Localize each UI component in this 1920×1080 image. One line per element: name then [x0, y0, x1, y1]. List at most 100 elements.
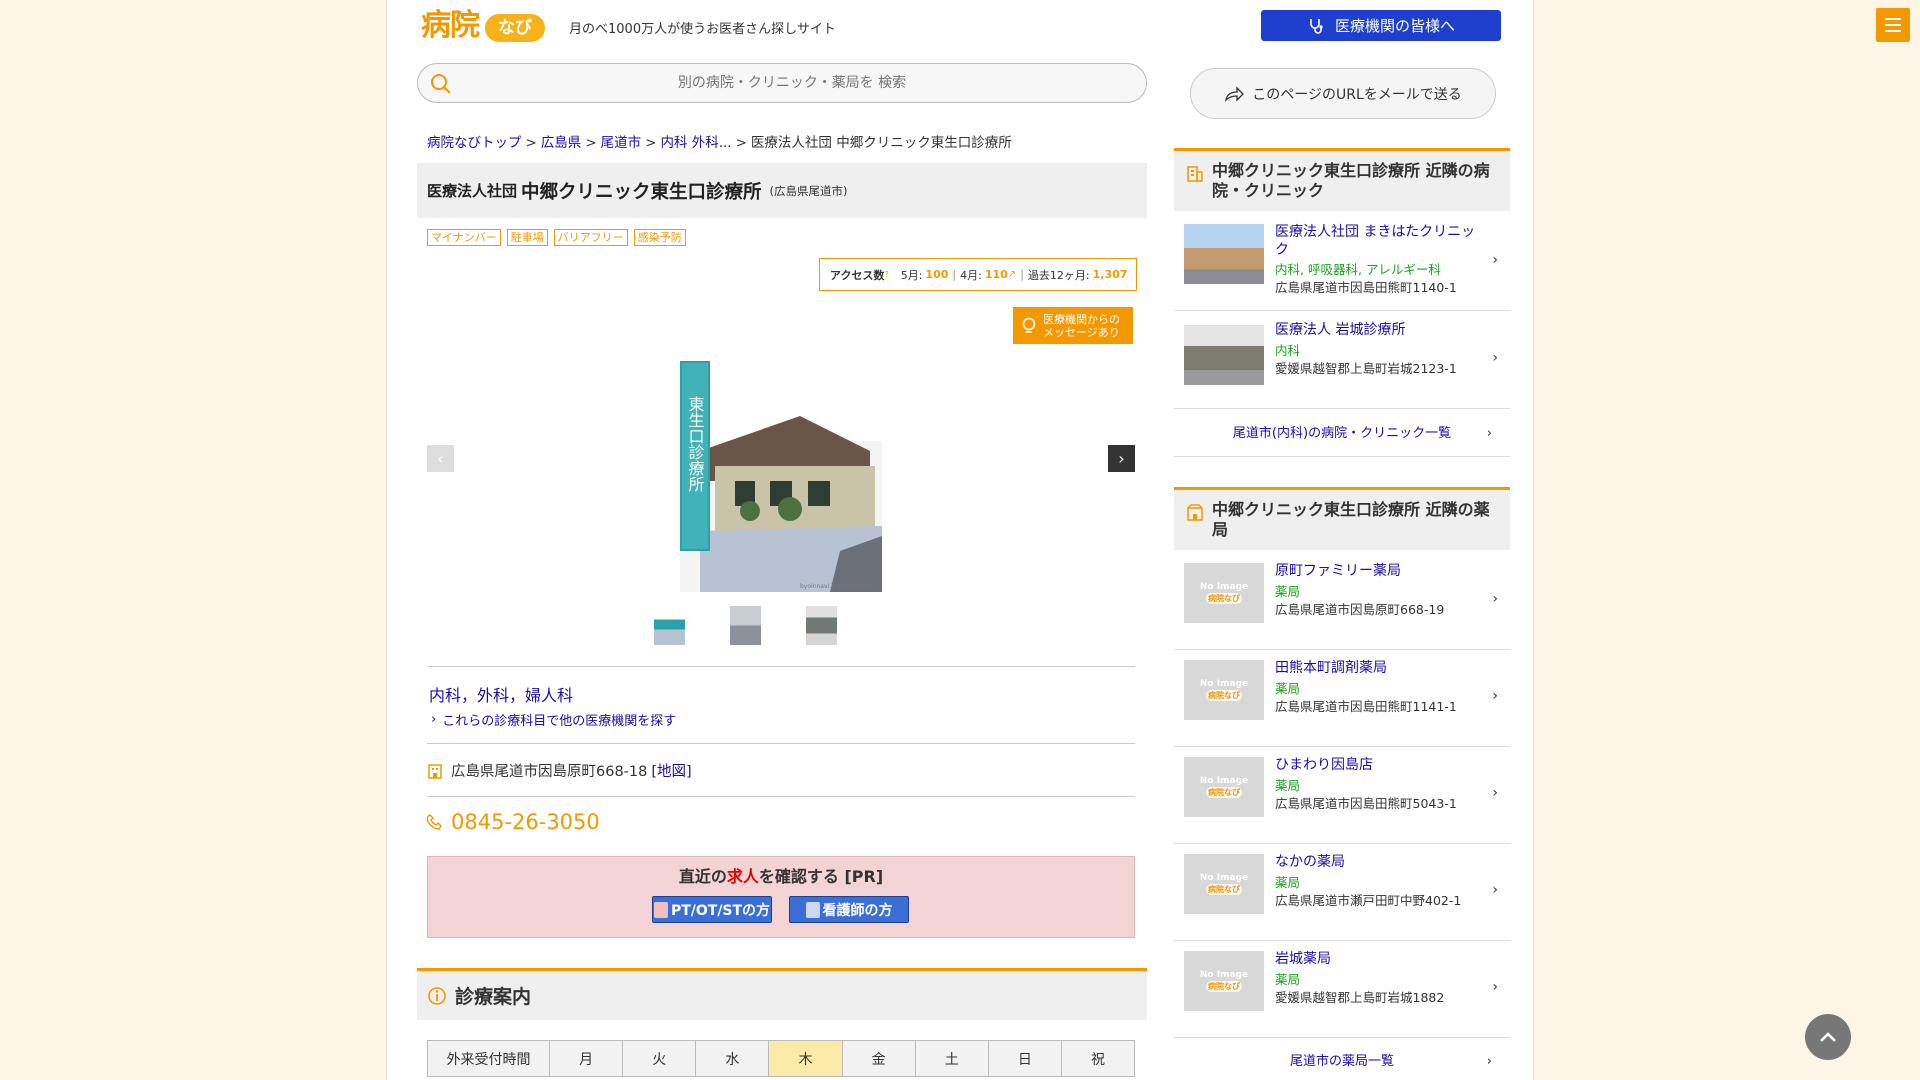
institution-button-label: 医療機関の皆様へ [1334, 18, 1455, 35]
stethoscope-icon [1310, 18, 1323, 34]
pharmacy-type: 薬局 [1275, 875, 1301, 890]
list-item[interactable]: No Image 病院なび ひまわり因島店 薬局 広島県尾道市因島田熊町5043-… [1174, 747, 1510, 844]
access-may: 100 [925, 268, 949, 281]
search-icon [431, 74, 451, 94]
photo-prev-button[interactable]: ‹ [427, 445, 454, 472]
clinic-photo [1184, 224, 1264, 284]
departments[interactable]: 内科，外科，婦人科 [429, 682, 573, 706]
schedule-col-holiday: 祝 [1060, 1040, 1136, 1077]
no-image-placeholder: No Image 病院なび [1184, 951, 1264, 1011]
no-image-placeholder: No Image 病院なび [1184, 854, 1264, 914]
lightbulb-icon [1022, 317, 1036, 333]
list-item[interactable]: 医療法人 岩城診療所 内科 愛媛県越智郡上島町岩城2123-1 › [1174, 312, 1510, 409]
building-icon [428, 763, 442, 779]
list-item[interactable]: No Image 病院なび 田熊本町調剤薬局 薬局 広島県尾道市因島田熊町1141… [1174, 650, 1510, 747]
page-container: 病院 なび 月のべ1000万人が使うお医者さん探しサイト 医療機関の皆様へ この… [386, 0, 1851, 1080]
chevron-right-icon: › [1492, 785, 1498, 801]
site-logo[interactable]: 病院 なび [421, 8, 555, 44]
site-tagline: 月のべ1000万人が使うお医者さん探しサイト [569, 22, 836, 37]
schedule-col-wed: 水 [695, 1040, 770, 1077]
tag-barrierfree: バリアフリー [553, 229, 628, 246]
title-location: (広島県尾道市) [769, 183, 848, 198]
chevron-up-icon [1820, 1032, 1836, 1042]
main-photo: 東生口診療所 byoinnavi.jp/photo/803? [680, 321, 882, 592]
phone-number[interactable]: 0845-26-3050 [427, 810, 600, 834]
chevron-right-icon: › [1492, 252, 1498, 268]
no-image-placeholder: No Image 病院なび [1184, 660, 1264, 720]
tag-parking: 駐車場 [506, 229, 548, 246]
pharmacy-name[interactable]: ひまわり因島店 [1275, 756, 1485, 774]
photo-thumbnail[interactable] [730, 606, 761, 645]
clinic-type: 内科, 呼吸器科, アレルギー科 [1275, 262, 1441, 277]
breadcrumb-link-top[interactable]: 病院なびトップ [427, 135, 522, 151]
clinic-name[interactable]: 医療法人 岩城診療所 [1275, 321, 1485, 339]
pharmacy-name[interactable]: 田熊本町調剤薬局 [1275, 659, 1485, 677]
pharmacy-list-link[interactable]: 尾道市の薬局一覧 › [1174, 1038, 1510, 1080]
breadcrumb: 病院なびトップ > 広島県 > 尾道市 > 内科 外科... > 医療法人社団 中郷クリニック東… [427, 135, 1012, 151]
divider [427, 743, 1135, 744]
chevron-right-icon: › [1492, 350, 1498, 366]
search-input[interactable] [462, 68, 1122, 98]
breadcrumb-link-prefecture[interactable]: 広島県 [541, 135, 582, 151]
chevron-right-icon: › [1486, 426, 1492, 441]
access-year: 1,307 [1092, 268, 1128, 281]
list-item[interactable]: No Image 病院なび なかの薬局 薬局 広島県尾道市瀬戸田町中野402-1 … [1174, 844, 1510, 941]
access-label: アクセス数 [830, 268, 885, 282]
share-url-button[interactable]: このページのURLをメールで送る [1190, 68, 1496, 119]
photo-thumbnail[interactable] [806, 606, 837, 645]
menu-button[interactable] [1876, 8, 1910, 42]
list-item[interactable]: No Image 病院なび 岩城薬局 薬局 愛媛県越智郡上島町岩城1882 › [1174, 941, 1510, 1038]
nearby-clinics-heading: 中郷クリニック東生口診療所 近隣の病院・クリニック [1174, 148, 1510, 211]
departments-search-link[interactable]: › これらの診療科目で他の医療機関を探す [431, 710, 676, 729]
pharmacy-name[interactable]: 岩城薬局 [1275, 950, 1485, 968]
access-count: アクセス数? 5月: 100 | 4月: 110 ↗ | 過去12ヶ月: 1,307 [819, 258, 1137, 291]
pharmacy-name[interactable]: 原町ファミリー薬局 [1275, 562, 1485, 580]
person-icon [805, 901, 820, 918]
divider [427, 796, 1135, 797]
institution-button[interactable]: 医療機関の皆様へ [1261, 10, 1501, 41]
search-bar[interactable] [417, 63, 1147, 103]
chevron-right-icon: › [1492, 882, 1498, 898]
chevron-right-icon: › [1492, 591, 1498, 607]
hamburger-line [1885, 30, 1901, 32]
map-link[interactable]: [地図] [651, 760, 691, 781]
pharmacy-address: 広島県尾道市因島田熊町1141-1 [1275, 699, 1457, 714]
clinic-name[interactable]: 医療法人社団 まきはたクリニック [1275, 223, 1485, 259]
jobs-heading: 直近の求人を確認する [PR] [678, 867, 884, 886]
chevron-right-icon: › [1492, 688, 1498, 704]
share-label: このページのURLをメールで送る [1252, 86, 1462, 103]
back-to-top-button[interactable] [1805, 1014, 1851, 1060]
chevron-right-icon: › [1486, 1054, 1492, 1069]
schedule-col-tue: 火 [622, 1040, 697, 1077]
schedule-col-fri: 金 [841, 1040, 916, 1077]
photo-thumbnail[interactable] [654, 606, 685, 645]
pharmacy-type: 薬局 [1275, 584, 1301, 599]
jobs-pt-button[interactable]: PT/OT/STの方 [652, 896, 772, 923]
no-image-placeholder: No Image 病院なび [1184, 563, 1264, 623]
schedule-col-sun: 日 [987, 1040, 1062, 1077]
phone-icon [427, 814, 442, 830]
clinics-list-link[interactable]: 尾道市(内科)の病院・クリニック一覧 › [1174, 410, 1510, 457]
jobs-nurse-button[interactable]: 看護師の方 [789, 896, 909, 923]
list-item[interactable]: 医療法人社団 まきはたクリニック 内科, 呼吸器科, アレルギー科 広島県尾道市… [1174, 214, 1510, 311]
breadcrumb-link-department[interactable]: 内科 外科... [660, 135, 731, 151]
message-button[interactable]: 医療機関からの メッセージあり [1013, 307, 1133, 344]
hamburger-line [1885, 18, 1901, 20]
breadcrumb-link-city[interactable]: 尾道市 [601, 135, 642, 151]
photo-thumbnails [654, 606, 837, 645]
address: 広島県尾道市因島原町668-18 [地図] [427, 760, 692, 781]
schedule-col-thu: 木 [768, 1040, 843, 1077]
clinic-type: 内科 [1275, 343, 1301, 358]
photo-sign-text: 東生口診療所 [686, 396, 705, 492]
pharmacy-name[interactable]: なかの薬局 [1275, 853, 1485, 871]
page-title: 医療法人社団 中郷クリニック東生口診療所 (広島県尾道市) [417, 163, 1147, 218]
divider [427, 666, 1135, 667]
title-name: 中郷クリニック東生口診療所 [521, 181, 762, 203]
pharmacy-type: 薬局 [1275, 972, 1301, 987]
tag-infection: 感染予防 [633, 229, 686, 246]
photo-next-button[interactable]: › [1108, 445, 1135, 472]
title-corp: 医療法人社団 [427, 182, 518, 200]
pharmacy-address: 広島県尾道市因島田熊町5043-1 [1275, 796, 1457, 811]
list-item[interactable]: No Image 病院なび 原町ファミリー薬局 薬局 広島県尾道市因島原町668-… [1174, 553, 1510, 650]
clinic-photo [1184, 325, 1264, 385]
